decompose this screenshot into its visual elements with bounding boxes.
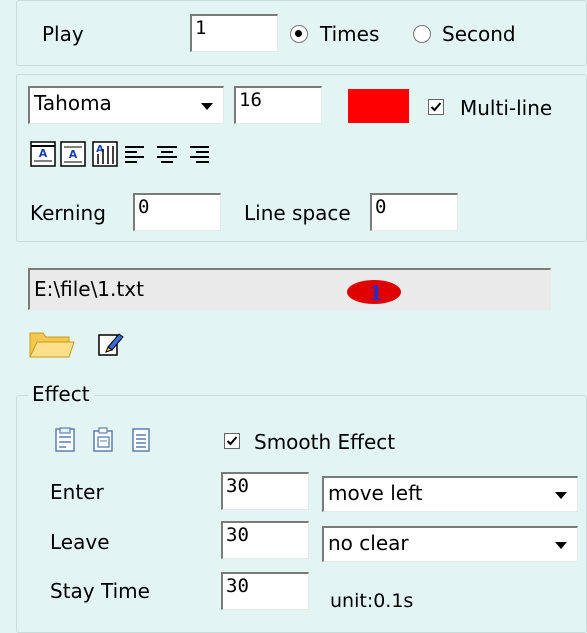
stay-time-input[interactable]: 30 <box>221 572 309 610</box>
play-count-input[interactable]: 1 <box>190 14 278 52</box>
align-bottom-icon[interactable]: A <box>92 141 118 167</box>
chevron-down-icon <box>201 102 213 110</box>
second-radio[interactable] <box>413 25 431 43</box>
copy-effect-icon[interactable] <box>54 427 76 453</box>
list-effect-icon[interactable] <box>130 427 152 453</box>
edit-icon[interactable] <box>98 331 124 357</box>
text-align-left-icon[interactable] <box>124 145 146 165</box>
leave-effect-select[interactable]: no clear <box>322 526 578 562</box>
smooth-effect-label: Smooth Effect <box>254 430 396 454</box>
line-space-label: Line space <box>244 201 351 225</box>
chevron-down-icon <box>555 541 567 549</box>
font-color-swatch[interactable] <box>348 89 409 123</box>
text-align-right-icon[interactable] <box>188 145 210 165</box>
second-label: Second <box>442 22 516 46</box>
stay-time-label: Stay Time <box>50 579 150 603</box>
svg-text:A: A <box>39 147 48 160</box>
multiline-label: Multi-line <box>460 96 553 120</box>
paste-effect-icon[interactable] <box>92 427 114 453</box>
align-top-icon[interactable]: A <box>30 141 56 167</box>
text-align-center-icon[interactable] <box>156 145 178 165</box>
leave-input[interactable]: 30 <box>221 521 309 559</box>
leave-label: Leave <box>50 530 110 554</box>
font-size-input[interactable]: 16 <box>234 86 322 124</box>
annotation-badge-label: 1 <box>369 281 383 305</box>
kerning-input[interactable]: 0 <box>133 193 221 231</box>
chevron-down-icon <box>555 491 567 499</box>
smooth-effect-checkbox[interactable] <box>224 433 240 449</box>
font-family-value: Tahoma <box>34 91 112 115</box>
kerning-label: Kerning <box>30 201 106 225</box>
font-family-select[interactable]: Tahoma <box>28 86 224 124</box>
file-path-field[interactable]: E:\file\1.txt <box>28 268 551 310</box>
line-space-input[interactable]: 0 <box>370 193 458 231</box>
multiline-checkbox[interactable] <box>428 99 444 115</box>
effect-title: Effect <box>28 384 94 404</box>
play-label: Play <box>42 22 84 46</box>
enter-label: Enter <box>50 480 104 504</box>
unit-text: unit:0.1s <box>330 590 414 612</box>
enter-input[interactable]: 30 <box>221 472 309 510</box>
align-middle-icon[interactable]: A <box>60 141 86 167</box>
enter-effect-select[interactable]: move left <box>322 476 578 512</box>
leave-effect-value: no clear <box>328 531 409 555</box>
times-label: Times <box>320 22 380 46</box>
times-radio[interactable] <box>290 25 308 43</box>
svg-text:A: A <box>69 148 78 161</box>
enter-effect-value: move left <box>328 481 423 505</box>
open-folder-icon[interactable] <box>29 329 75 359</box>
file-path-text: E:\file\1.txt <box>34 277 144 301</box>
